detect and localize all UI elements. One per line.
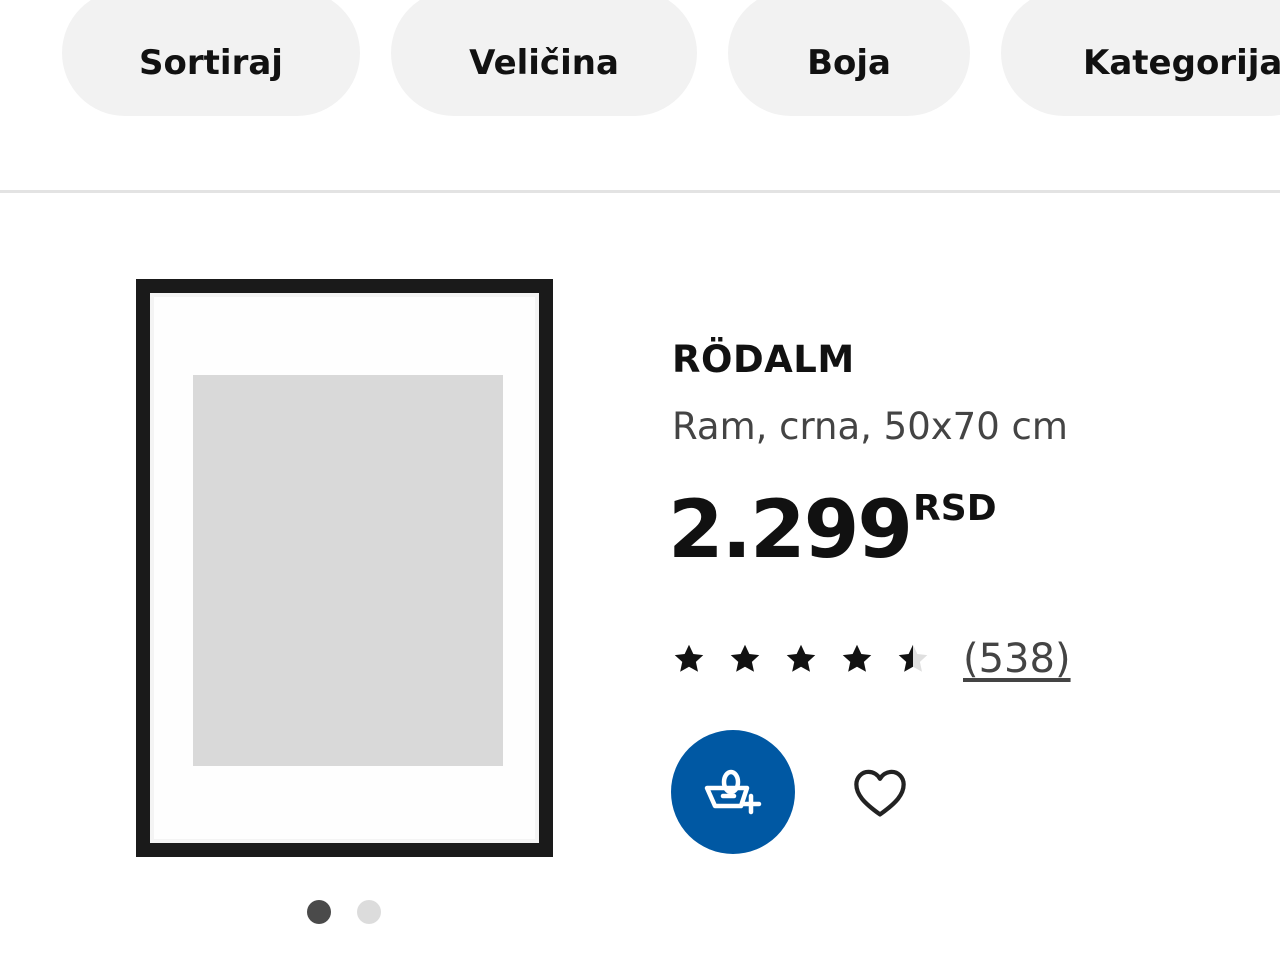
star-icon (671, 641, 707, 677)
image-dot-inactive[interactable] (357, 900, 381, 924)
shopping-basket-add-icon (701, 758, 765, 826)
product-description: Ram, crna, 50x70 cm (672, 405, 1068, 448)
category-filter-label: Kategorija (1083, 43, 1280, 83)
sort-filter-label: Sortiraj (139, 43, 283, 83)
frame-placeholder (193, 375, 503, 766)
sort-filter-button[interactable]: Sortiraj (62, 0, 360, 116)
half-star-icon (895, 641, 931, 677)
add-to-cart-button[interactable] (671, 730, 795, 854)
image-pagination (307, 900, 387, 926)
color-filter-label: Boja (807, 43, 891, 83)
star-icon (783, 641, 819, 677)
product-name[interactable]: RÖDALM (672, 338, 855, 381)
image-dot-active[interactable] (307, 900, 331, 924)
star-icon (839, 641, 875, 677)
category-filter-button[interactable]: Kategorija (1001, 0, 1280, 116)
star-icon (727, 641, 763, 677)
favorite-button[interactable] (842, 756, 918, 832)
heart-outline-icon (851, 766, 909, 822)
color-filter-button[interactable]: Boja (728, 0, 970, 116)
size-filter-label: Veličina (469, 43, 619, 83)
product-image[interactable] (136, 279, 553, 857)
size-filter-button[interactable]: Veličina (391, 0, 697, 116)
product-rating[interactable]: (538) (671, 634, 1071, 684)
price-value: 2.299 (668, 483, 913, 576)
filter-bar: Sortiraj Veličina Boja Kategorija (0, 0, 1280, 190)
product-price: 2.299RSD (668, 480, 997, 580)
section-divider (0, 190, 1280, 193)
review-count-link[interactable]: (538) (963, 636, 1071, 682)
price-currency: RSD (913, 488, 997, 529)
